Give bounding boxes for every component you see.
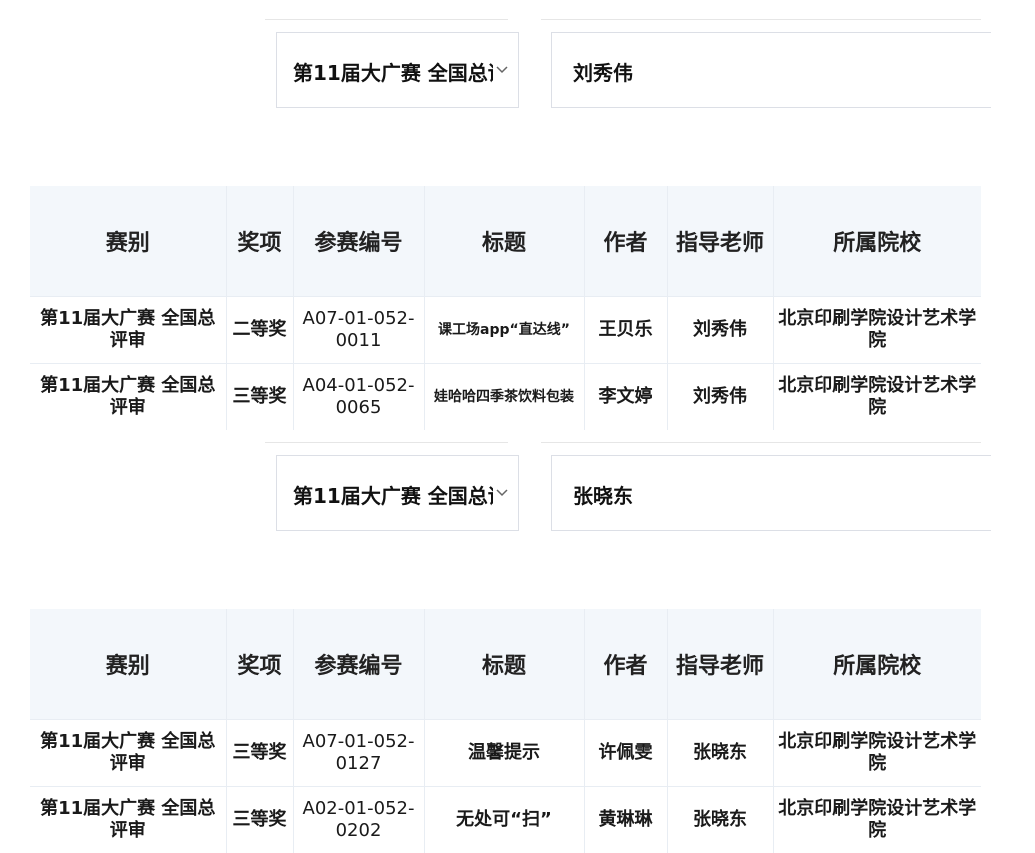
- cell-school: 北京印刷学院设计艺术学院: [773, 364, 981, 431]
- header-entry-id: 参赛编号: [293, 609, 424, 720]
- table-row: 第11届大广赛 全国总评审 二等奖 A07-01-052-0011 课工场app…: [30, 297, 981, 364]
- cell-title: 课工场app“直达线”: [424, 297, 584, 364]
- divider: [541, 442, 981, 443]
- teacher-name-value: 张晓东: [573, 480, 633, 509]
- cell-teacher: 张晓东: [667, 787, 773, 853]
- cell-competition: 第11届大广赛 全国总评审: [30, 364, 226, 431]
- header-author: 作者: [584, 609, 667, 720]
- cell-award: 三等奖: [226, 720, 293, 787]
- cell-award: 三等奖: [226, 364, 293, 431]
- results-table-1: 赛别 奖项 参赛编号 标题 作者 指导老师 所属院校 第11届大广赛 全国总评审…: [30, 186, 981, 430]
- cell-author: 王贝乐: [584, 297, 667, 364]
- cell-author: 黄琳琳: [584, 787, 667, 853]
- header-competition: 赛别: [30, 186, 226, 297]
- cell-entry-id: A07-01-052-0127: [293, 720, 424, 787]
- header-teacher: 指导老师: [667, 609, 773, 720]
- competition-select-value: 第11届大广赛 全国总评审: [293, 480, 493, 509]
- results-table-2: 赛别 奖项 参赛编号 标题 作者 指导老师 所属院校 第11届大广赛 全国总评审…: [30, 609, 981, 853]
- cell-teacher: 刘秀伟: [667, 297, 773, 364]
- cell-title: 娃哈哈四季茶饮料包装: [424, 364, 584, 431]
- cell-school: 北京印刷学院设计艺术学院: [773, 787, 981, 853]
- header-school: 所属院校: [773, 186, 981, 297]
- header-author: 作者: [584, 186, 667, 297]
- header-award: 奖项: [226, 186, 293, 297]
- header-entry-id: 参赛编号: [293, 186, 424, 297]
- cell-award: 二等奖: [226, 297, 293, 364]
- cell-competition: 第11届大广赛 全国总评审: [30, 720, 226, 787]
- cell-entry-id: A07-01-052-0011: [293, 297, 424, 364]
- cell-competition: 第11届大广赛 全国总评审: [30, 297, 226, 364]
- cell-entry-id: A02-01-052-0202: [293, 787, 424, 853]
- header-competition: 赛别: [30, 609, 226, 720]
- table-row: 第11届大广赛 全国总评审 三等奖 A04-01-052-0065 娃哈哈四季茶…: [30, 364, 981, 431]
- table-header-row: 赛别 奖项 参赛编号 标题 作者 指导老师 所属院校: [30, 186, 981, 297]
- competition-select-value: 第11届大广赛 全国总评审: [293, 57, 493, 86]
- header-title: 标题: [424, 186, 584, 297]
- header-title: 标题: [424, 609, 584, 720]
- cell-entry-id: A04-01-052-0065: [293, 364, 424, 431]
- cell-school: 北京印刷学院设计艺术学院: [773, 297, 981, 364]
- competition-select[interactable]: 第11届大广赛 全国总评审: [276, 32, 519, 108]
- teacher-name-field[interactable]: 张晓东: [551, 455, 991, 531]
- chevron-down-icon: [494, 484, 510, 500]
- table-row: 第11届大广赛 全国总评审 三等奖 A07-01-052-0127 温馨提示 许…: [30, 720, 981, 787]
- cell-school: 北京印刷学院设计艺术学院: [773, 720, 981, 787]
- table-header-row: 赛别 奖项 参赛编号 标题 作者 指导老师 所属院校: [30, 609, 981, 720]
- cell-author: 许佩雯: [584, 720, 667, 787]
- cell-competition: 第11届大广赛 全国总评审: [30, 787, 226, 853]
- competition-select[interactable]: 第11届大广赛 全国总评审: [276, 455, 519, 531]
- header-award: 奖项: [226, 609, 293, 720]
- cell-teacher: 张晓东: [667, 720, 773, 787]
- divider: [541, 19, 981, 20]
- header-school: 所属院校: [773, 609, 981, 720]
- cell-title: 无处可“扫”: [424, 787, 584, 853]
- cell-title: 温馨提示: [424, 720, 584, 787]
- teacher-name-value: 刘秀伟: [573, 57, 633, 86]
- header-teacher: 指导老师: [667, 186, 773, 297]
- teacher-name-field[interactable]: 刘秀伟: [551, 32, 991, 108]
- chevron-down-icon: [494, 61, 510, 77]
- cell-award: 三等奖: [226, 787, 293, 853]
- divider: [265, 442, 508, 443]
- table-row: 第11届大广赛 全国总评审 三等奖 A02-01-052-0202 无处可“扫”…: [30, 787, 981, 853]
- cell-author: 李文婷: [584, 364, 667, 431]
- cell-teacher: 刘秀伟: [667, 364, 773, 431]
- divider: [265, 19, 508, 20]
